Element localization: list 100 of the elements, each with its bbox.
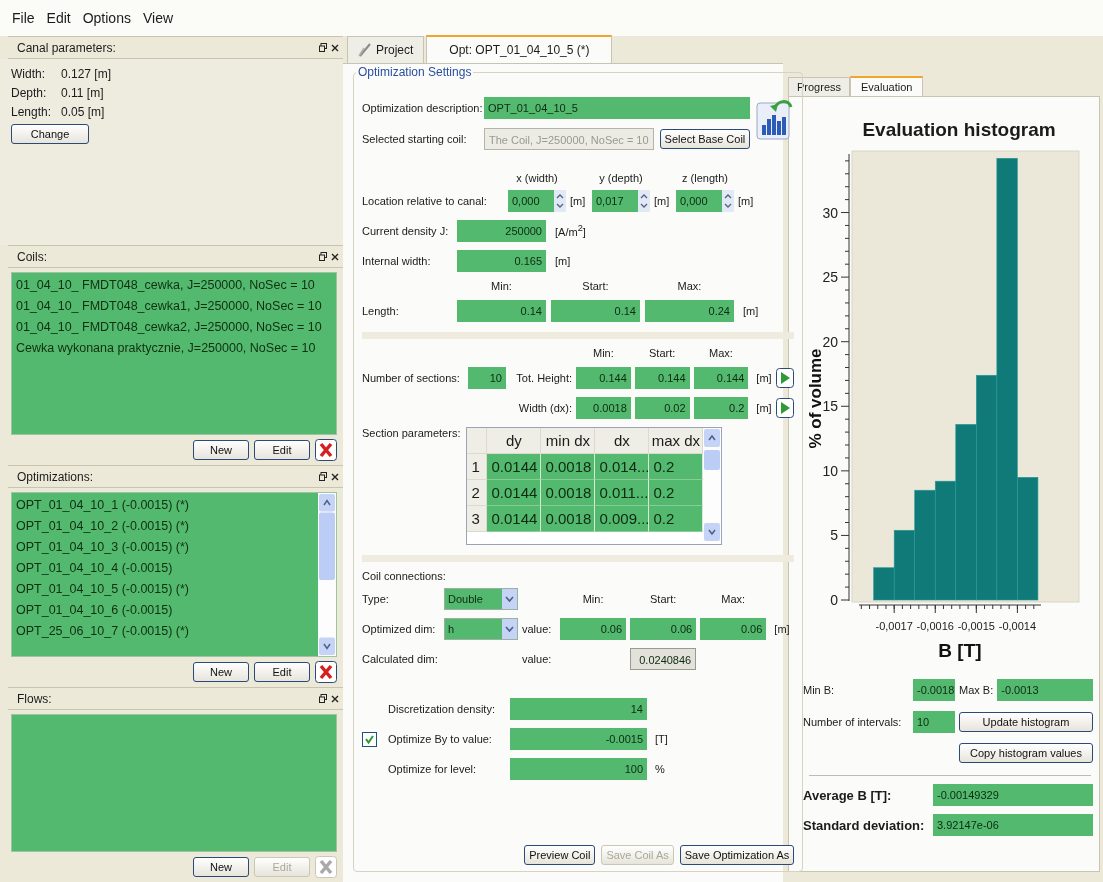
tab[interactable]: Progress bbox=[788, 77, 851, 96]
text-field[interactable]: 0.02 bbox=[634, 397, 690, 419]
list-item[interactable]: 01_04_10_ FMDT048_cewka2, J=250000, NoSec = 10 bbox=[16, 317, 332, 338]
table-cell[interactable]: 0.2 bbox=[649, 506, 704, 532]
float-icon[interactable] bbox=[319, 694, 327, 703]
text-field[interactable]: 0.2 bbox=[693, 397, 749, 419]
tab[interactable]: Project bbox=[347, 36, 425, 63]
list-box[interactable]: 01_04_10_ FMDT048_cewka, J=250000, NoSec = 10 01_04_10_ FMDT048_cewka1, J=250000, NoSec = 10 01_04_10_ FMDT048_cewka2, J=250000, NoSec = 10 Cewka wykonana praktycznie, J=250000, NoSec = 10 bbox=[11, 272, 337, 435]
push-button[interactable]: New bbox=[193, 440, 249, 460]
text-field[interactable]: -0.0018 bbox=[913, 679, 955, 701]
push-button[interactable]: Edit bbox=[254, 440, 310, 460]
list-item[interactable]: OPT_25_06_10_7 (-0.0015) (*) bbox=[16, 621, 314, 642]
menu-item[interactable]: Options bbox=[82, 10, 131, 26]
text-field[interactable]: -0.00149329 bbox=[933, 784, 1093, 806]
update-button[interactable]: Update histogram bbox=[959, 712, 1093, 732]
text-field[interactable]: 10 bbox=[913, 711, 955, 733]
text-field[interactable]: 0.06 bbox=[560, 618, 627, 640]
table-cell[interactable]: 0.0144 bbox=[487, 454, 542, 480]
list-item[interactable]: OPT_01_04_10_5 (-0.0015) (*) bbox=[16, 579, 314, 600]
text-field[interactable]: 0.165 bbox=[457, 250, 546, 272]
close-icon[interactable] bbox=[331, 472, 339, 481]
list-item[interactable]: OPT_01_04_10_2 (-0.0015) (*) bbox=[16, 516, 314, 537]
table-cell[interactable]: 0.0144 bbox=[487, 480, 542, 506]
list-box[interactable]: OPT_01_04_10_1 (-0.0015) (*) OPT_01_04_10_2 (-0.0015) (*) OPT_01_04_10_3 (-0.0015) (*) OPT_01_04_10_4 (-0.0015) OPT_01_04_10_5 (-0.0015) (*) OPT_01_04_10_6 (-0.0015) OPT_25_06_10_7 (-0.0015) (*) bbox=[11, 492, 337, 657]
row-header[interactable]: 1 bbox=[467, 454, 488, 480]
text-field[interactable]: 3.92147e-06 bbox=[933, 814, 1093, 836]
play-button[interactable] bbox=[776, 398, 795, 418]
text-field[interactable]: 10 bbox=[468, 367, 506, 389]
scrollbar[interactable] bbox=[318, 493, 336, 656]
list-item[interactable]: 01_04_10_ FMDT048_cewka, J=250000, NoSec = 10 bbox=[16, 275, 332, 296]
tab[interactable]: Evaluation bbox=[850, 76, 924, 96]
spin-box[interactable]: 0,017 bbox=[592, 190, 650, 212]
text-field[interactable]: 0.14 bbox=[457, 300, 546, 322]
text-field[interactable]: 100 bbox=[510, 758, 647, 780]
list-item[interactable]: Cewka wykonana praktycznie, J=250000, NoSec = 10 bbox=[16, 338, 332, 359]
list-item[interactable]: OPT_01_04_10_6 (-0.0015) bbox=[16, 600, 314, 621]
table-cell[interactable]: 0.0018 bbox=[541, 506, 596, 532]
close-icon[interactable] bbox=[331, 252, 339, 261]
list-item[interactable]: OPT_01_04_10_3 (-0.0015) (*) bbox=[16, 537, 314, 558]
text-field[interactable]: OPT_01_04_10_5 bbox=[484, 97, 751, 119]
table-cell[interactable]: 0.2 bbox=[649, 454, 704, 480]
table-cell[interactable]: 0.0018 bbox=[541, 480, 596, 506]
table-cell[interactable]: 0.0144 bbox=[487, 506, 542, 532]
list-item[interactable]: 01_04_10_ FMDT048_cewka1, J=250000, NoSec = 10 bbox=[16, 296, 332, 317]
text-field[interactable]: 0.06 bbox=[630, 618, 697, 640]
dropdown[interactable]: h bbox=[444, 618, 518, 640]
menu-item[interactable]: Edit bbox=[46, 10, 71, 26]
push-button[interactable]: New bbox=[193, 857, 249, 877]
close-icon[interactable] bbox=[331, 43, 339, 52]
table-cell[interactable]: 0.0018 bbox=[541, 454, 596, 480]
checkbox[interactable] bbox=[362, 731, 377, 747]
text-field[interactable]: 0.144 bbox=[634, 367, 690, 389]
list-item[interactable]: OPT_01_04_10_1 (-0.0015) (*) bbox=[16, 495, 314, 516]
column-header[interactable]: min dx bbox=[541, 428, 596, 454]
push-button[interactable]: New bbox=[193, 662, 249, 682]
change-button[interactable]: Change bbox=[11, 124, 89, 144]
copy-button[interactable]: Copy histogram values bbox=[959, 743, 1093, 763]
float-icon[interactable] bbox=[319, 43, 327, 52]
push-button[interactable]: Edit bbox=[254, 662, 310, 682]
select-coil-button[interactable]: Select Base Coil bbox=[659, 129, 751, 149]
float-icon[interactable] bbox=[319, 252, 327, 261]
text-field[interactable]: 0.14 bbox=[551, 300, 640, 322]
float-icon[interactable] bbox=[319, 472, 327, 481]
scrollbar[interactable] bbox=[703, 428, 722, 542]
delete-icon[interactable] bbox=[315, 661, 337, 683]
text-field[interactable]: 0.144 bbox=[693, 367, 749, 389]
delete-icon[interactable] bbox=[315, 439, 337, 461]
column-header[interactable]: dx bbox=[595, 428, 650, 454]
text-field[interactable]: 14 bbox=[510, 698, 647, 720]
caret-icon[interactable] bbox=[502, 589, 517, 609]
text-field[interactable]: 250000 bbox=[457, 220, 546, 242]
push-button[interactable]: Preview Coil bbox=[524, 845, 596, 865]
spin-box[interactable]: 0,000 bbox=[508, 190, 566, 212]
menu-item[interactable]: File bbox=[12, 10, 35, 26]
tab[interactable]: Opt: OPT_01_04_10_5 (*) bbox=[426, 35, 613, 63]
text-field[interactable]: 0.06 bbox=[700, 618, 767, 640]
spinner-arrows-icon[interactable] bbox=[638, 190, 650, 212]
spinner-arrows-icon[interactable] bbox=[554, 190, 566, 212]
table-cell[interactable]: 0.014... bbox=[595, 454, 650, 480]
close-icon[interactable] bbox=[331, 694, 339, 703]
table-cell[interactable]: 0.009... bbox=[595, 506, 650, 532]
text-field[interactable]: 0.0018 bbox=[576, 397, 631, 419]
spinner-arrows-icon[interactable] bbox=[722, 190, 734, 212]
row-header[interactable]: 2 bbox=[467, 480, 488, 506]
text-field[interactable]: -0.0013 bbox=[997, 679, 1093, 701]
chart-arrow-icon[interactable] bbox=[756, 97, 795, 141]
text-field[interactable]: 0.24 bbox=[645, 300, 734, 322]
text-field[interactable]: 0.144 bbox=[576, 367, 631, 389]
push-button[interactable]: Save Optimization As bbox=[679, 845, 795, 865]
spin-box[interactable]: 0,000 bbox=[676, 190, 734, 212]
table-cell[interactable]: 0.011... bbox=[595, 480, 650, 506]
dropdown[interactable]: Double bbox=[444, 588, 518, 610]
caret-icon[interactable] bbox=[502, 619, 517, 639]
column-header[interactable]: dy bbox=[487, 428, 542, 454]
table-cell[interactable]: 0.2 bbox=[649, 480, 704, 506]
list-item[interactable]: OPT_01_04_10_4 (-0.0015) bbox=[16, 558, 314, 579]
text-field[interactable]: -0.0015 bbox=[510, 728, 647, 750]
column-header[interactable]: max dx bbox=[649, 428, 704, 454]
play-button[interactable] bbox=[776, 368, 795, 388]
row-header[interactable]: 3 bbox=[467, 506, 488, 532]
